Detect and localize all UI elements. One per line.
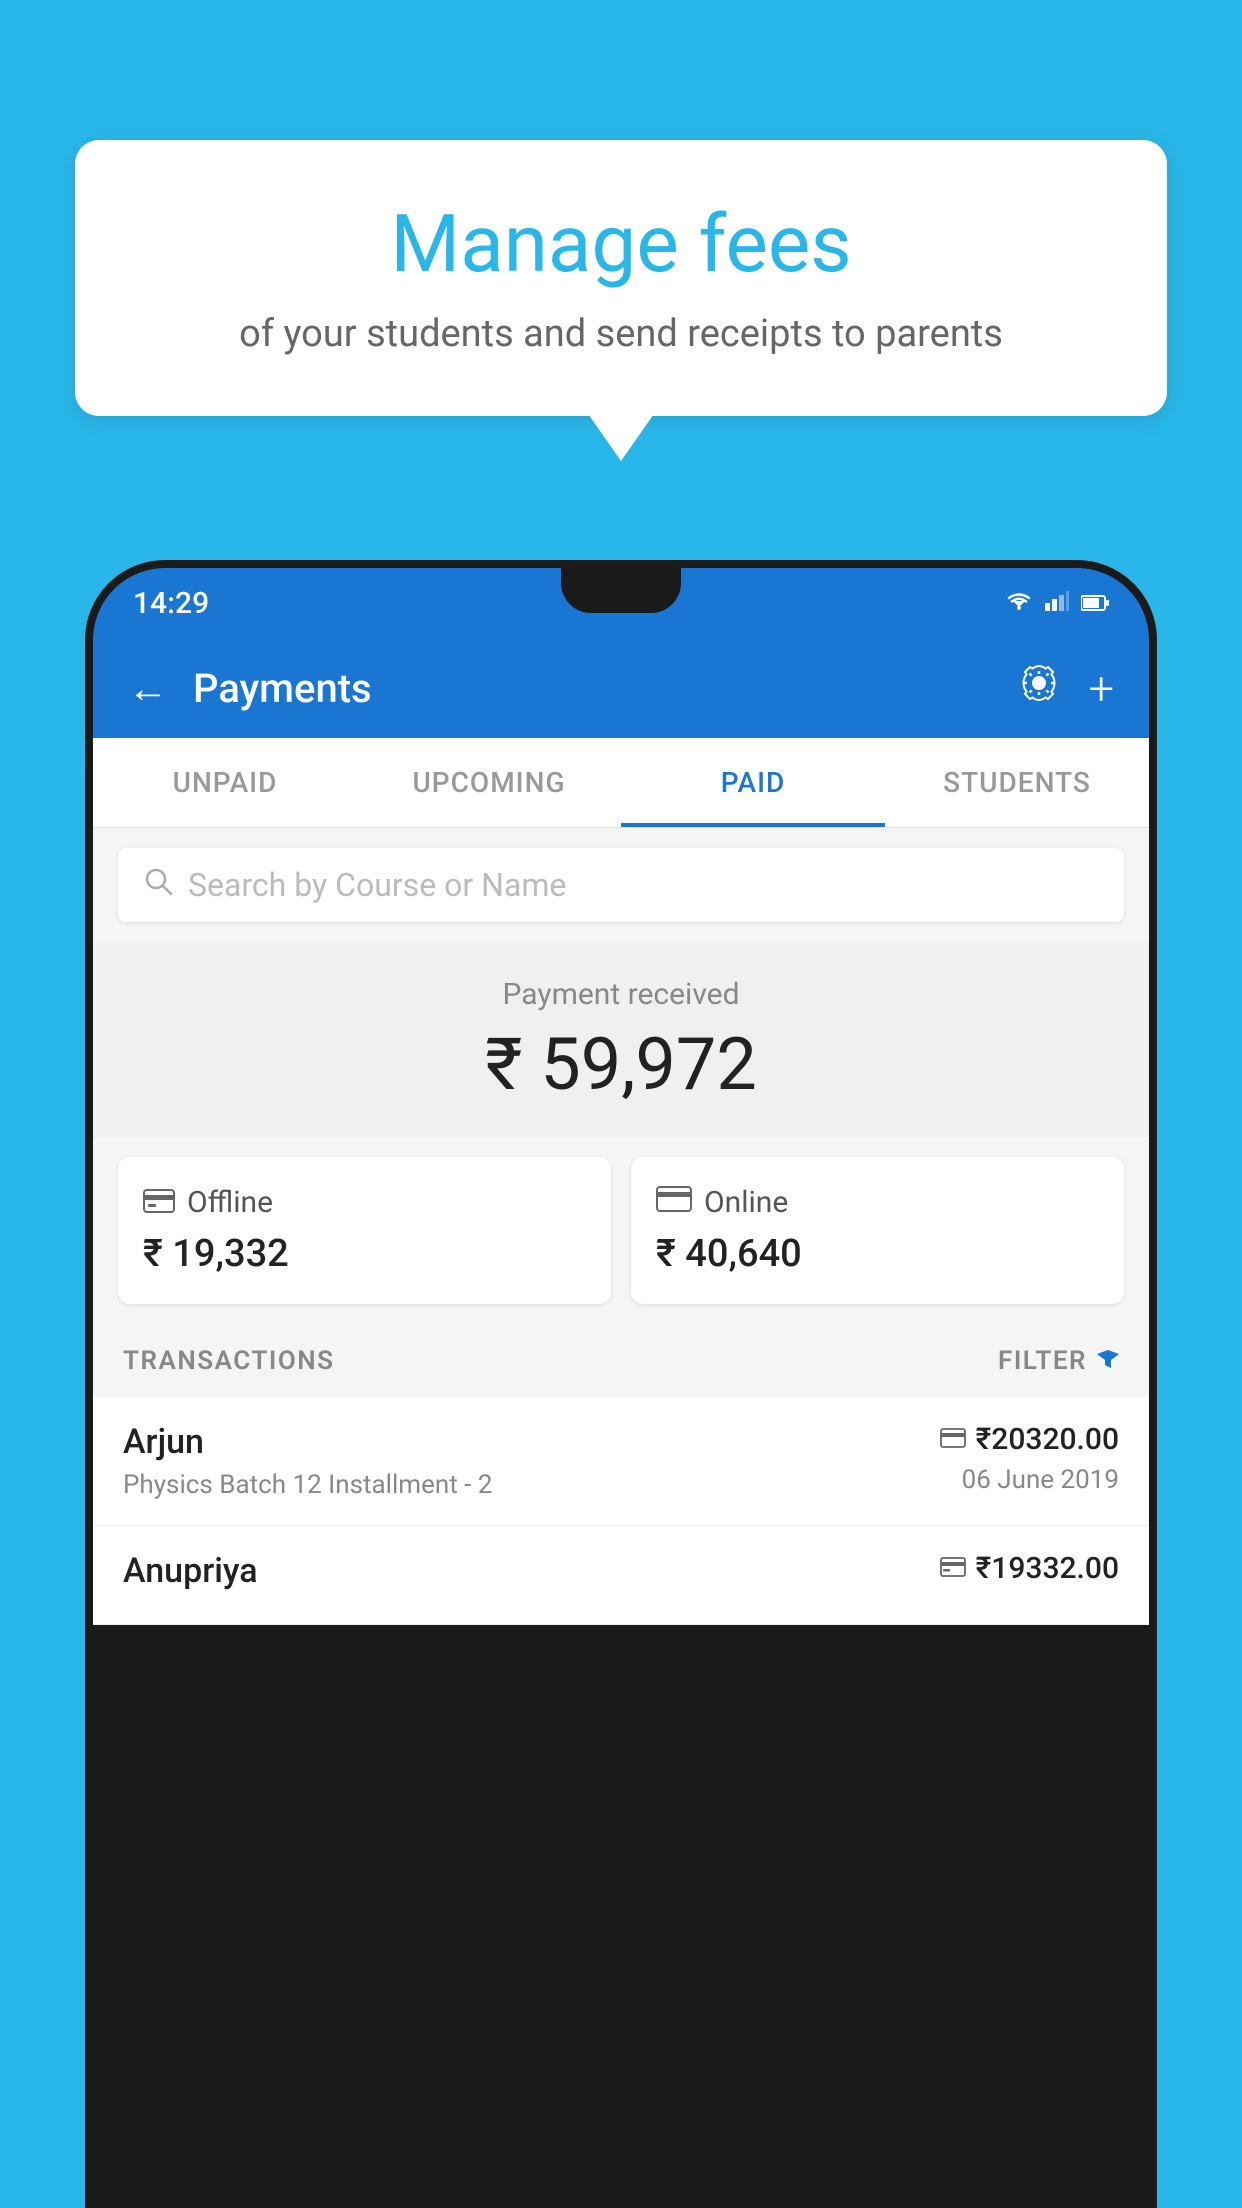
- offline-card: Offline ₹ 19,332: [118, 1157, 611, 1304]
- filter-label: FILTER: [998, 1346, 1087, 1376]
- phone-mockup: 14:29: [85, 560, 1157, 2208]
- offline-label: Offline: [187, 1185, 273, 1220]
- search-bar[interactable]: Search by Course or Name: [118, 848, 1124, 922]
- transaction-list: Arjun Physics Batch 12 Installment - 2 ₹…: [93, 1397, 1149, 1625]
- transaction-right: ₹19332.00: [940, 1551, 1119, 1594]
- payment-cards: Offline ₹ 19,332 Online ₹ 40,640: [118, 1157, 1124, 1304]
- transaction-left: Anupriya: [123, 1551, 258, 1599]
- speech-bubble-container: Manage fees of your students and send re…: [75, 140, 1167, 416]
- transaction-amount: ₹19332.00: [976, 1551, 1119, 1586]
- back-button[interactable]: ←: [128, 665, 168, 712]
- transaction-amount: ₹20320.00: [976, 1422, 1119, 1457]
- header-icons: +: [1019, 662, 1114, 715]
- settings-button[interactable]: [1019, 663, 1059, 713]
- online-amount: ₹ 40,640: [656, 1232, 1099, 1276]
- status-bar: 14:29: [93, 568, 1149, 638]
- transaction-date: 06 June 2019: [940, 1465, 1119, 1495]
- bubble-subtitle: of your students and send receipts to pa…: [125, 308, 1117, 361]
- table-row: Anupriya ₹19332.00: [93, 1526, 1149, 1625]
- status-time: 14:29: [133, 586, 209, 621]
- signal-icon: [1045, 589, 1069, 617]
- filter-icon: [1097, 1344, 1119, 1377]
- amount-row: ₹19332.00: [940, 1551, 1119, 1586]
- tab-unpaid[interactable]: UNPAID: [93, 738, 357, 827]
- wifi-icon: [1005, 589, 1033, 617]
- transaction-right: ₹20320.00 06 June 2019: [940, 1422, 1119, 1495]
- header-title: Payments: [193, 665, 994, 712]
- online-payment-icon: [940, 1425, 966, 1455]
- offline-amount: ₹ 19,332: [143, 1232, 586, 1276]
- offline-card-header: Offline: [143, 1185, 586, 1220]
- transaction-left: Arjun Physics Batch 12 Installment - 2: [123, 1422, 492, 1500]
- offline-payment-icon: [940, 1554, 966, 1584]
- status-icons: [1005, 589, 1109, 617]
- tab-upcoming[interactable]: UPCOMING: [357, 738, 621, 827]
- online-card: Online ₹ 40,640: [631, 1157, 1124, 1304]
- tab-paid[interactable]: PAID: [621, 738, 885, 827]
- payment-amount: ₹ 59,972: [118, 1022, 1124, 1107]
- online-icon: [656, 1186, 692, 1219]
- speech-bubble: Manage fees of your students and send re…: [75, 140, 1167, 416]
- notch: [561, 568, 681, 613]
- offline-icon: [143, 1185, 175, 1220]
- table-row: Arjun Physics Batch 12 Installment - 2 ₹…: [93, 1397, 1149, 1526]
- transactions-label: TRANSACTIONS: [123, 1346, 335, 1376]
- bubble-title: Manage fees: [125, 200, 1117, 288]
- app-header: ← Payments +: [93, 638, 1149, 738]
- online-label: Online: [704, 1185, 788, 1220]
- search-input[interactable]: Search by Course or Name: [188, 866, 566, 904]
- transactions-header: TRANSACTIONS FILTER: [93, 1324, 1149, 1397]
- filter-button[interactable]: FILTER: [998, 1344, 1119, 1377]
- student-name: Anupriya: [123, 1551, 258, 1591]
- student-name: Arjun: [123, 1422, 492, 1462]
- online-card-header: Online: [656, 1185, 1099, 1220]
- app-content: Search by Course or Name Payment receive…: [93, 828, 1149, 1625]
- battery-icon: [1081, 589, 1109, 617]
- tab-bar: UNPAID UPCOMING PAID STUDENTS: [93, 738, 1149, 828]
- search-icon: [143, 866, 173, 904]
- amount-row: ₹20320.00: [940, 1422, 1119, 1457]
- add-button[interactable]: +: [1089, 662, 1114, 715]
- payment-received-section: Payment received ₹ 59,972: [93, 942, 1149, 1137]
- payment-received-label: Payment received: [118, 977, 1124, 1012]
- tab-students[interactable]: STUDENTS: [885, 738, 1149, 827]
- course-info: Physics Batch 12 Installment - 2: [123, 1470, 492, 1500]
